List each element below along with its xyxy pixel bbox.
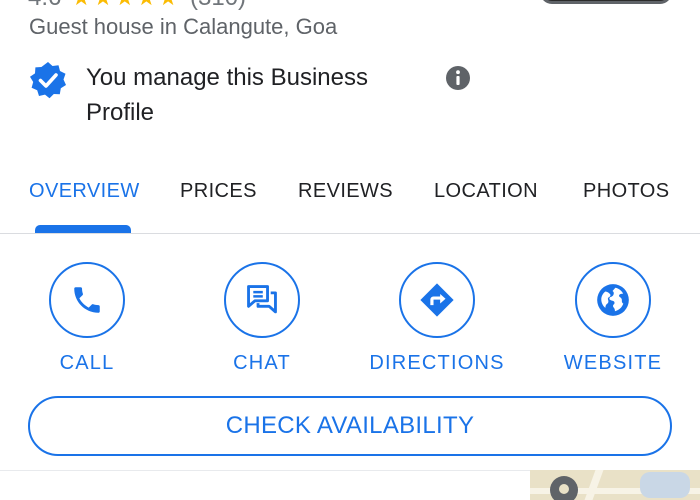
chat-label: CHAT bbox=[233, 352, 291, 374]
info-icon[interactable] bbox=[444, 64, 472, 92]
manage-profile-notice: You manage this Business Profile bbox=[28, 60, 488, 130]
tab-location[interactable]: LOCATION bbox=[434, 180, 538, 203]
verified-badge-icon bbox=[30, 62, 66, 99]
website-button[interactable]: WEBSITE bbox=[538, 262, 688, 375]
phone-icon bbox=[74, 287, 100, 313]
rating-stars: ★★★★★ bbox=[71, 0, 180, 11]
manage-profile-text: You manage this Business Profile bbox=[86, 64, 368, 126]
map-pin-icon bbox=[550, 476, 578, 500]
active-tab-indicator bbox=[35, 225, 131, 233]
call-button[interactable]: CALL bbox=[12, 262, 162, 375]
chat-circle[interactable] bbox=[224, 262, 300, 338]
map-thumbnail[interactable] bbox=[530, 470, 700, 500]
review-count[interactable]: (310) bbox=[190, 0, 246, 12]
map-road bbox=[584, 470, 604, 500]
chat-icon bbox=[247, 285, 277, 314]
rating-row: 4.6 ★★★★★ (310) bbox=[28, 0, 246, 11]
call-circle[interactable] bbox=[49, 262, 125, 338]
check-availability-button[interactable]: CHECK AVAILABILITY bbox=[28, 396, 672, 456]
business-category: Guest house in Calangute, Goa bbox=[29, 14, 338, 39]
directions-circle[interactable] bbox=[399, 262, 475, 338]
header-photo-thumbnail[interactable] bbox=[540, 0, 672, 4]
directions-button[interactable]: DIRECTIONS bbox=[362, 262, 512, 375]
tab-reviews[interactable]: REVIEWS bbox=[298, 180, 393, 203]
directions-icon bbox=[420, 283, 454, 317]
website-circle[interactable] bbox=[575, 262, 651, 338]
tab-prices[interactable]: PRICES bbox=[180, 180, 257, 203]
tab-overview[interactable]: OVERVIEW bbox=[29, 180, 140, 203]
quick-actions: CALL CHAT DIRECTIONS WEBSITE bbox=[0, 262, 700, 375]
tab-photos[interactable]: PHOTOS bbox=[583, 180, 670, 203]
website-label: WEBSITE bbox=[563, 352, 663, 374]
call-label: CALL bbox=[59, 352, 115, 374]
chat-button[interactable]: CHAT bbox=[187, 262, 337, 375]
directions-label: DIRECTIONS bbox=[369, 352, 505, 374]
map-area bbox=[640, 472, 690, 498]
rating-value: 4.6 bbox=[28, 0, 61, 12]
globe-icon bbox=[597, 284, 629, 316]
tab-bar: OVERVIEW PRICES REVIEWS LOCATION PHOTOS bbox=[0, 172, 700, 234]
